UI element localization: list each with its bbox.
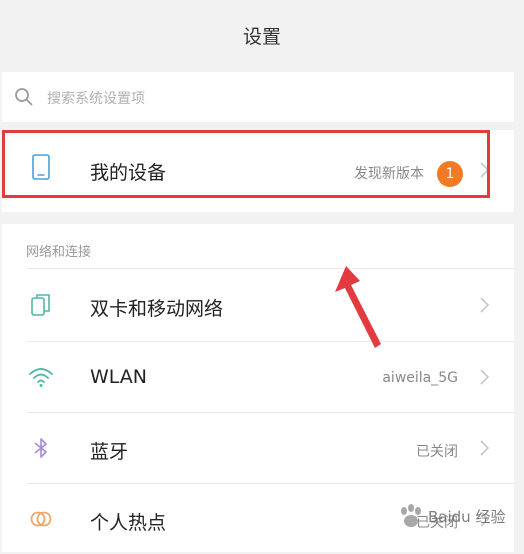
bluetooth-status: 已关闭 <box>416 444 458 460</box>
paw-icon <box>401 504 421 527</box>
list-item-wlan[interactable]: WLAN aiweila_5G <box>2 342 514 412</box>
list-item-bluetooth[interactable]: 蓝牙 已关闭 <box>2 413 514 483</box>
page-title: 设置 <box>242 26 281 48</box>
list-item-label: 蓝牙 <box>90 441 129 463</box>
search-icon <box>15 88 33 106</box>
annotation-arrow <box>335 266 381 348</box>
list-item-label: 个人热点 <box>90 512 167 534</box>
chevron-right-icon <box>480 440 490 456</box>
list-item-label: WLAN <box>90 366 148 388</box>
baidu-watermark: Baidu 经验 <box>392 500 520 536</box>
watermark-text: Baidu 经验 <box>428 508 506 526</box>
search-input[interactable]: 搜索系统设置项 <box>2 72 514 122</box>
wlan-network-name: aiweila_5G <box>382 370 458 386</box>
app-header: 设置 <box>0 0 524 68</box>
highlight-annotation-box <box>2 130 490 198</box>
chevron-right-icon <box>480 369 490 385</box>
wifi-icon <box>29 368 53 387</box>
section-header-network: 网络和连接 <box>26 245 92 260</box>
hotspot-icon <box>30 511 52 527</box>
divider <box>26 268 514 269</box>
chevron-right-icon <box>480 297 490 313</box>
dual-sim-icon <box>31 294 50 316</box>
list-item-label: 双卡和移动网络 <box>90 298 224 320</box>
search-placeholder: 搜索系统设置项 <box>47 91 145 107</box>
bluetooth-icon <box>34 438 47 458</box>
list-item-dual-sim[interactable]: 双卡和移动网络 <box>2 270 514 340</box>
